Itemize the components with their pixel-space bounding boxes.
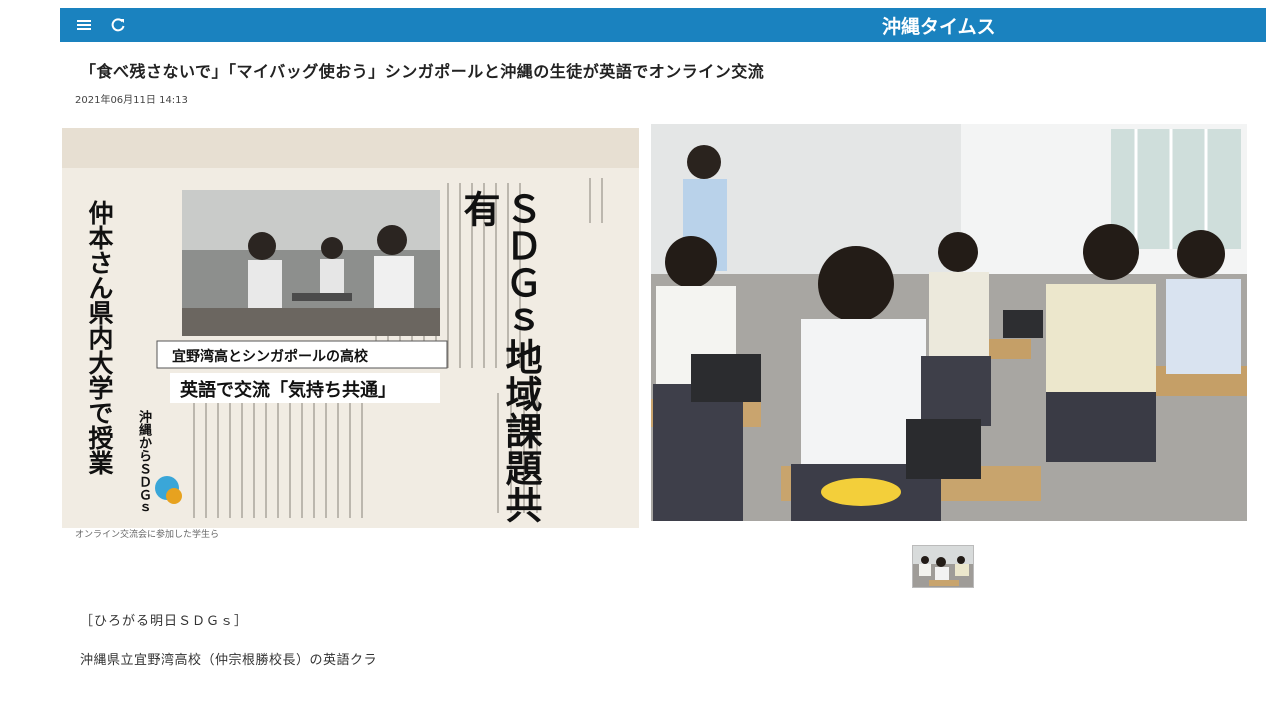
site-logo[interactable]: 沖縄タイムス xyxy=(882,8,996,42)
series-label: ［ひろがる明日ＳＤＧｓ］ xyxy=(80,614,249,629)
clipping-side-headline: 仲本さん県内大学で授業 xyxy=(85,200,114,475)
clipping-headline-school: 宜野湾高とシンガポールの高校 xyxy=(172,349,368,365)
clipping-logo-text: 沖縄からＳＤＧｓ xyxy=(136,410,151,514)
clipping-headline-sub: 英語で交流「気持ち共通」 xyxy=(180,380,396,401)
site-header: 沖縄タイムス xyxy=(60,8,1266,42)
clipping-headline-main: ＳＤＧｓ地域課題共有 xyxy=(457,190,542,523)
article-title: 「食べ残さないで」「マイバッグ使おう」シンガポールと沖縄の生徒が英語でオンライン… xyxy=(80,62,765,81)
refresh-icon[interactable] xyxy=(106,13,130,37)
article-lead-paragraph: 沖縄県立宜野湾高校（仲宗根勝校長）の英語クラ xyxy=(80,653,378,668)
newspaper-clipping-image[interactable]: ＳＤＧｓ地域課題共有 仲本さん県内大学で授業 宜野湾高とシンガポールの高校 英語… xyxy=(62,128,639,528)
article-date: 2021年06月11日 14:13 xyxy=(75,95,188,106)
image-caption: オンライン交流会に参加した学生ら xyxy=(75,530,220,540)
classroom-photo-image[interactable] xyxy=(651,124,1247,521)
hamburger-menu-icon[interactable] xyxy=(72,13,96,37)
image-thumbnail[interactable] xyxy=(912,545,974,588)
